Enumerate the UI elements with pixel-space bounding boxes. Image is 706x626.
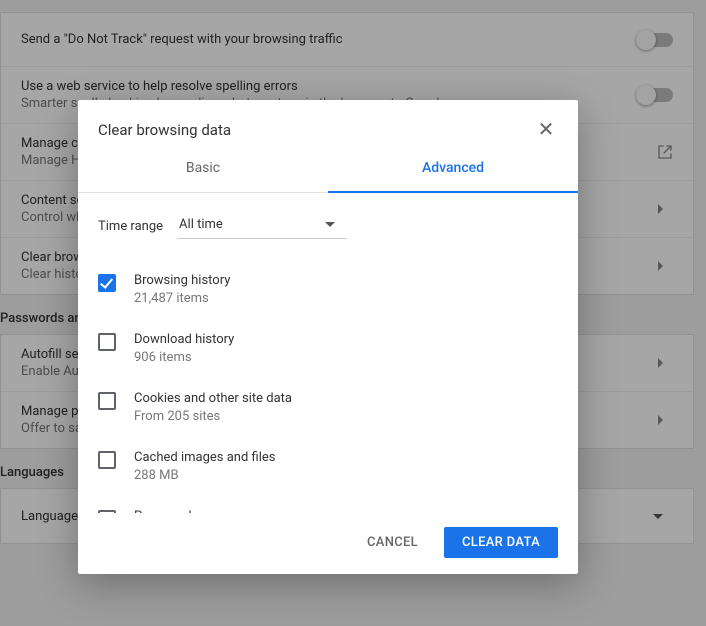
checkbox-icon[interactable] xyxy=(98,510,116,513)
checkbox-icon[interactable] xyxy=(98,392,116,410)
dropdown-icon xyxy=(325,222,335,227)
item-title: Download history xyxy=(134,332,234,347)
item-title: Cookies and other site data xyxy=(134,391,292,406)
list-item[interactable]: Cookies and other site data From 205 sit… xyxy=(98,381,550,440)
time-range-label: Time range xyxy=(98,219,163,234)
clear-items-list: Browsing history 21,487 items Download h… xyxy=(98,263,550,513)
settings-background: Send a "Do Not Track" request with your … xyxy=(0,0,706,626)
list-item[interactable]: Browsing history 21,487 items xyxy=(98,263,550,322)
item-subtitle: 21,487 items xyxy=(134,291,230,306)
item-subtitle: From 205 sites xyxy=(134,409,292,424)
item-title: Cached images and files xyxy=(134,450,275,465)
list-item[interactable]: Download history 906 items xyxy=(98,322,550,381)
dialog-footer: CANCEL CLEAR DATA xyxy=(78,513,578,574)
time-range-row: Time range All time xyxy=(98,213,550,239)
clear-browsing-data-dialog: Clear browsing data ✕ Basic Advanced Tim… xyxy=(78,100,578,574)
checkbox-icon[interactable] xyxy=(98,451,116,469)
checkbox-icon[interactable] xyxy=(98,333,116,351)
close-icon[interactable]: ✕ xyxy=(534,118,558,142)
item-subtitle: 288 MB xyxy=(134,468,275,483)
time-range-value: All time xyxy=(179,217,223,232)
clear-data-button[interactable]: CLEAR DATA xyxy=(444,527,558,558)
item-subtitle: 906 items xyxy=(134,350,234,365)
item-title: Browsing history xyxy=(134,273,230,288)
checkbox-checked-icon[interactable] xyxy=(98,274,116,292)
dialog-header: Clear browsing data ✕ xyxy=(78,100,578,146)
list-item[interactable]: Passwords 138 passwords (synced) xyxy=(98,499,550,513)
dialog-body[interactable]: Time range All time Browsing history 21,… xyxy=(78,193,578,513)
tab-advanced[interactable]: Advanced xyxy=(328,146,578,193)
time-range-select[interactable]: All time xyxy=(177,213,347,239)
tab-basic[interactable]: Basic xyxy=(78,146,328,193)
list-item[interactable]: Cached images and files 288 MB xyxy=(98,440,550,499)
cancel-button[interactable]: CANCEL xyxy=(349,527,436,558)
dialog-title: Clear browsing data xyxy=(98,121,231,139)
item-title: Passwords xyxy=(134,509,276,513)
dialog-tabs: Basic Advanced xyxy=(78,146,578,193)
